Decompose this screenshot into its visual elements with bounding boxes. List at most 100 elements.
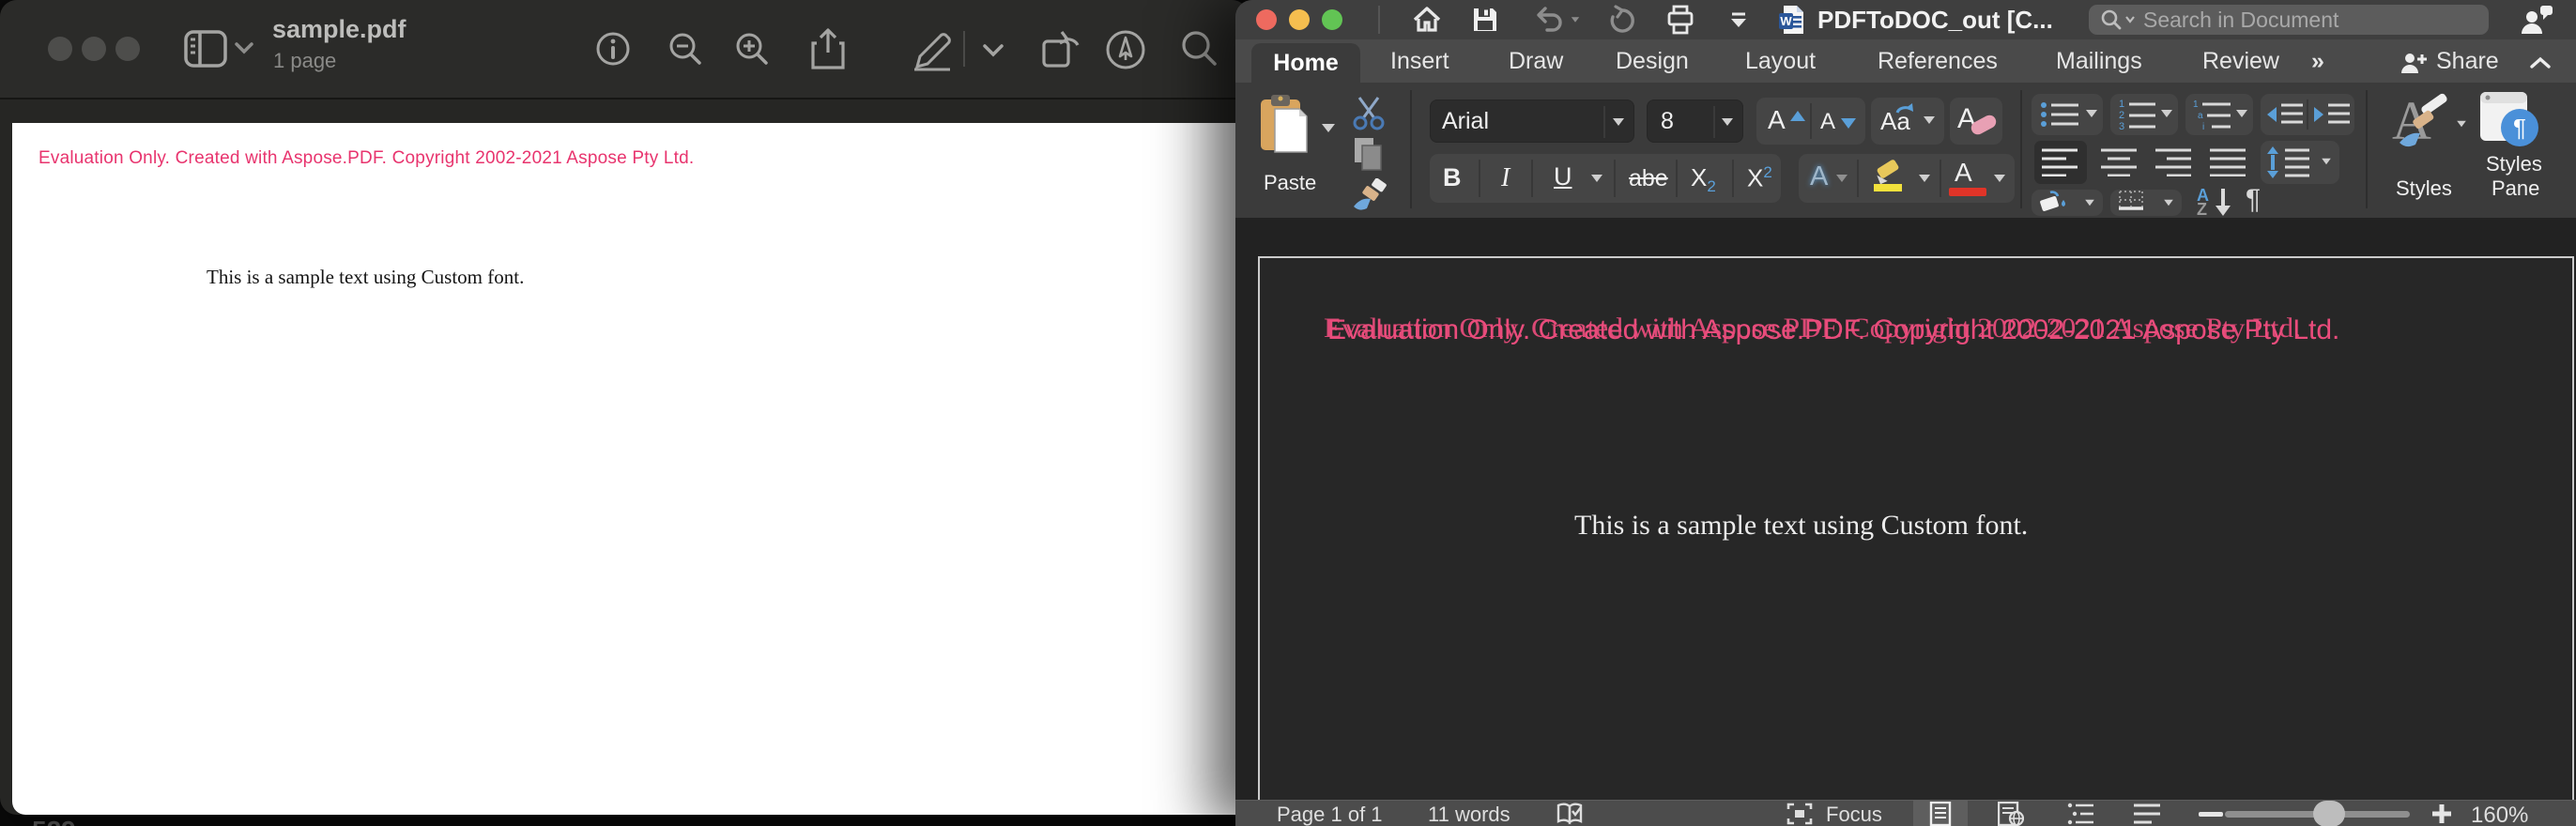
shrink-font-button[interactable]: A	[1820, 109, 1835, 135]
font-name-dropdown-icon[interactable]	[1613, 118, 1624, 126]
annotate-pen-icon[interactable]	[1104, 28, 1147, 71]
pilcrow-button[interactable]: ¶	[2246, 184, 2261, 216]
tab-home[interactable]: Home	[1251, 43, 1360, 83]
sidebar-toggle-icon[interactable]	[184, 28, 229, 69]
search-box[interactable]: Search in Document	[2089, 5, 2489, 35]
tab-layout[interactable]: Layout	[1745, 48, 1816, 75]
sort-button[interactable]: A Z	[2191, 188, 2247, 216]
cut-icon[interactable]	[1350, 94, 1388, 131]
search-icon[interactable]	[1179, 29, 1220, 70]
styles-button[interactable]: A Styles	[2388, 90, 2463, 203]
redo-icon[interactable]	[1607, 5, 1637, 35]
rotate-icon[interactable]	[1036, 26, 1083, 73]
tab-review[interactable]: Review	[2202, 48, 2279, 75]
font-name-combo[interactable]: Arial	[1430, 99, 1634, 143]
quick-access-chevron-icon[interactable]	[1727, 11, 1750, 28]
line-spacing-dropdown-icon[interactable]	[2322, 159, 2331, 164]
justify-button[interactable]	[2210, 148, 2247, 176]
page-indicator[interactable]: Page 1 of 1	[1277, 803, 1383, 826]
underline-dropdown-icon[interactable]	[1591, 175, 1602, 182]
presence-people-icon[interactable]	[2520, 4, 2553, 36]
print-layout-view-icon[interactable]	[1929, 802, 1952, 826]
strikethrough-button[interactable]: abe	[1629, 165, 1668, 192]
zoom-in-button[interactable]	[2430, 802, 2454, 826]
focus-mode-icon[interactable]	[1786, 803, 1813, 825]
print-icon[interactable]	[1665, 5, 1695, 35]
borders-button[interactable]	[2110, 190, 2182, 216]
zoom-window-button[interactable]	[1322, 9, 1342, 30]
zoom-slider-thumb[interactable]	[2313, 801, 2345, 826]
multilevel-dropdown-icon[interactable]	[2236, 110, 2247, 117]
share-label[interactable]: Share	[2436, 48, 2499, 75]
bullets-button[interactable]	[2032, 94, 2103, 135]
increase-indent-icon[interactable]	[2312, 99, 2352, 130]
web-layout-view-icon[interactable]	[1998, 802, 2024, 826]
tab-draw[interactable]: Draw	[1509, 48, 1563, 75]
minimize-button[interactable]	[1289, 9, 1310, 30]
font-size-dropdown-icon[interactable]	[1722, 118, 1733, 126]
styles-dropdown-icon[interactable]	[2457, 121, 2466, 127]
align-left-button[interactable]	[2034, 141, 2087, 184]
copy-icon[interactable]	[1352, 135, 1386, 173]
superscript-button[interactable]: X2	[1747, 163, 1772, 193]
spelling-check-icon[interactable]	[1555, 803, 1585, 825]
align-center-button[interactable]	[2101, 148, 2139, 176]
sidebar-chevron-down-icon[interactable]	[235, 41, 253, 54]
tab-references[interactable]: References	[1878, 48, 1998, 75]
text-effects-button[interactable]: A	[1810, 161, 1828, 192]
undo-icon[interactable]	[1534, 6, 1564, 34]
save-icon[interactable]	[1472, 7, 1498, 33]
undo-dropdown-icon[interactable]	[1572, 17, 1579, 23]
decrease-indent-icon[interactable]	[2265, 99, 2305, 130]
close-button[interactable]	[1256, 9, 1277, 30]
close-button[interactable]	[48, 37, 72, 61]
multilevel-list-button[interactable]: 1ai	[2185, 94, 2253, 135]
change-case-dropdown-icon[interactable]	[1924, 116, 1935, 124]
bold-button[interactable]: B	[1443, 163, 1462, 192]
font-size-combo[interactable]: 8	[1647, 99, 1743, 143]
tab-mailings[interactable]: Mailings	[2056, 48, 2142, 75]
subscript-button[interactable]: X2	[1691, 163, 1716, 196]
focus-mode-label[interactable]: Focus	[1826, 803, 1882, 826]
tab-design[interactable]: Design	[1616, 48, 1689, 75]
italic-button[interactable]: I	[1501, 163, 1510, 193]
highlight-dropdown-icon[interactable]	[1919, 175, 1930, 182]
font-color-button[interactable]: A	[1955, 158, 1972, 188]
zoom-out-button[interactable]	[2199, 812, 2223, 817]
word-count[interactable]: 11 words	[1428, 803, 1510, 826]
text-effects-dropdown-icon[interactable]	[1836, 175, 1848, 182]
styles-pane-button[interactable]: ¶ Styles Pane	[2478, 90, 2563, 216]
paste-dropdown-icon[interactable]	[1322, 124, 1335, 132]
minimize-button[interactable]	[82, 37, 106, 61]
document-page[interactable]: Evaluation Only. Created with Aspose.PDF…	[1258, 256, 2574, 800]
clear-formatting-button[interactable]: A	[1950, 98, 2002, 145]
format-painter-icon[interactable]	[1350, 178, 1389, 212]
zoom-out-icon[interactable]	[666, 30, 705, 69]
shading-button[interactable]	[2032, 190, 2103, 216]
info-icon[interactable]	[594, 30, 632, 68]
grow-font-button[interactable]: A	[1768, 105, 1786, 135]
draft-view-icon[interactable]	[2133, 803, 2161, 825]
markup-chevron-down-icon[interactable]	[983, 43, 1004, 57]
share-icon[interactable]	[807, 26, 849, 73]
change-case-group[interactable]: Aa	[1871, 98, 1944, 145]
align-right-button[interactable]	[2155, 148, 2193, 176]
underline-button[interactable]: U	[1554, 162, 1572, 191]
line-spacing-button[interactable]	[2261, 141, 2339, 184]
tab-insert[interactable]: Insert	[1390, 48, 1449, 75]
collapse-ribbon-chevron-icon[interactable]	[2529, 56, 2552, 69]
zoom-level[interactable]: 160%	[2471, 803, 2528, 826]
numbering-dropdown-icon[interactable]	[2161, 110, 2172, 117]
outline-view-icon[interactable]	[2067, 803, 2095, 825]
borders-dropdown-icon[interactable]	[2164, 200, 2173, 206]
numbering-button[interactable]: 123	[2110, 94, 2178, 135]
zoom-in-icon[interactable]	[732, 30, 772, 69]
markup-pencil-icon[interactable]	[907, 28, 956, 71]
tab-overflow-chevrons[interactable]: »	[2311, 48, 2324, 75]
font-color-dropdown-icon[interactable]	[1994, 175, 2005, 182]
bullets-dropdown-icon[interactable]	[2086, 110, 2097, 117]
zoom-window-button[interactable]	[115, 37, 140, 61]
home-nav-icon[interactable]	[1412, 7, 1442, 33]
shading-dropdown-icon[interactable]	[2085, 200, 2094, 206]
highlight-icon[interactable]	[1868, 158, 1909, 195]
